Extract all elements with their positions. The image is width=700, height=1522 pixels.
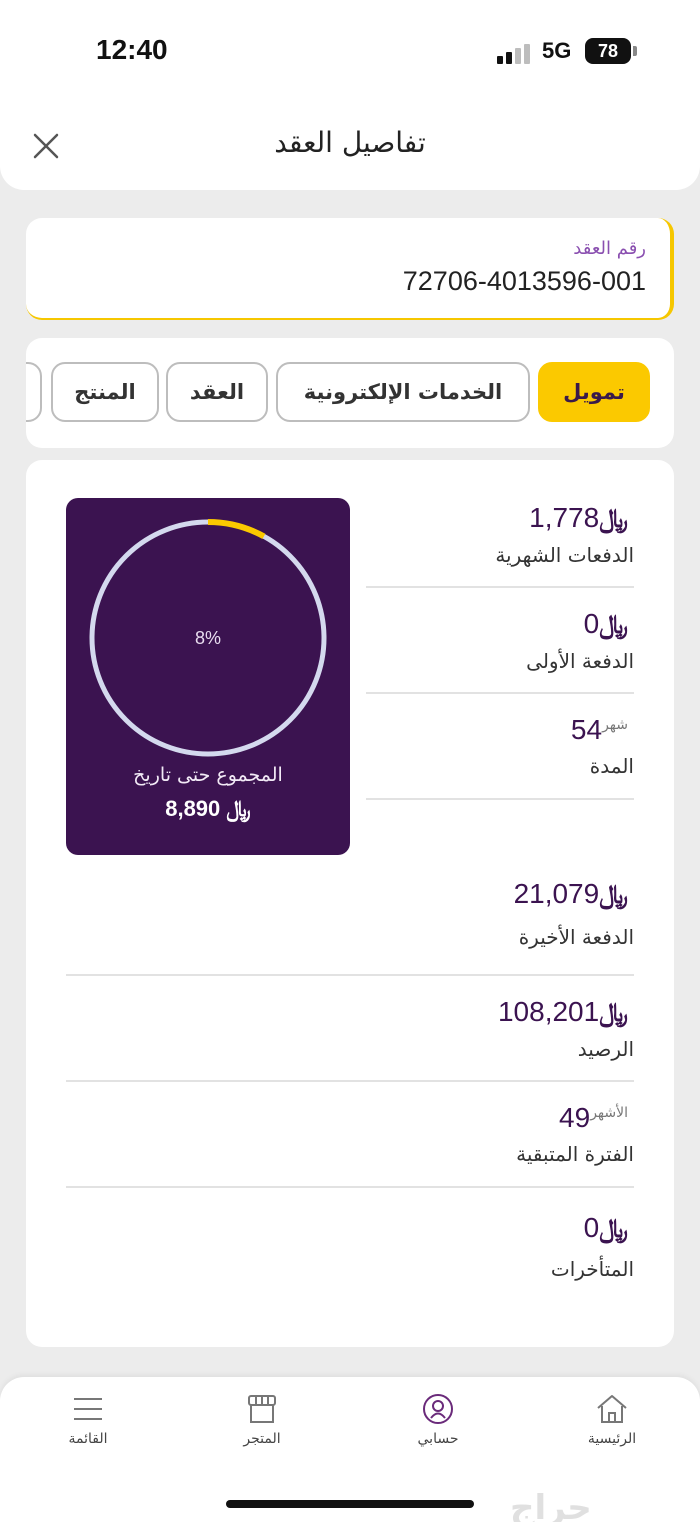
tabs-bar: تمويل الخدمات الإلكترونية العقد المنتج <box>26 338 674 448</box>
balance-row: ﷼108,201 الرصيد <box>498 996 634 1061</box>
nav-store[interactable]: المتجر <box>202 1393 322 1447</box>
balance-label: الرصيد <box>577 1037 634 1061</box>
divider <box>366 692 634 694</box>
paid-to-date-label: المجموع حتى تاريخ <box>133 764 283 786</box>
arrears-value: ﷼0 <box>583 1212 628 1243</box>
account-icon <box>423 1394 453 1424</box>
battery-tip <box>633 46 637 56</box>
divider <box>66 974 634 976</box>
contract-details-card: 8% المجموع حتى تاريخ ﷼ 8,890 ﷼1,778 الدف… <box>26 460 674 1347</box>
last-payment-value: ﷼21,079 <box>513 878 628 909</box>
paid-to-date-amount: ﷼ 8,890 <box>165 796 251 821</box>
currency-icon: ﷼ <box>599 879 628 909</box>
status-bar: 12:40 5G 78 <box>0 0 700 100</box>
divider <box>66 1080 634 1082</box>
arrears-label: المتأخرات <box>550 1257 634 1281</box>
remaining-period-value: الأشهر49 <box>559 1102 628 1133</box>
nav-account[interactable]: حسابي <box>378 1393 498 1447</box>
menu-icon <box>74 1398 102 1420</box>
duration-unit: شهر <box>602 716 628 733</box>
currency-icon: ﷼ <box>599 609 628 639</box>
paid-summary-box: 8% المجموع حتى تاريخ ﷼ 8,890 <box>66 498 350 855</box>
currency-icon: ﷼ <box>599 997 628 1027</box>
last-payment-row: ﷼21,079 الدفعة الأخيرة <box>514 878 634 949</box>
contract-number-value: 72706-4013596-001 <box>402 266 646 296</box>
currency-icon: ﷼ <box>599 1213 628 1243</box>
duration-value: شهر54 <box>570 714 628 745</box>
first-payment-value: ﷼0 <box>583 608 628 639</box>
nav-account-label: حسابي <box>417 1431 459 1447</box>
tab-financing[interactable]: تمويل <box>538 362 650 422</box>
balance-value: ﷼108,201 <box>497 996 628 1027</box>
home-icon <box>597 1395 627 1423</box>
tab-contract[interactable]: العقد <box>166 362 268 422</box>
network-label: 5G <box>542 38 572 63</box>
progress-percent: 8% <box>194 628 221 648</box>
divider <box>66 1186 634 1188</box>
battery-icon: 78 <box>585 38 631 64</box>
remaining-period-label: الفترة المتبقية <box>516 1142 634 1166</box>
monthly-payments-row: ﷼1,778 الدفعات الشهرية <box>495 502 634 567</box>
nav-menu[interactable]: القائمة <box>28 1393 148 1447</box>
nav-home-label: الرئيسية <box>587 1431 637 1447</box>
nav-store-label: المتجر <box>243 1431 281 1447</box>
tab-product[interactable]: المنتج <box>51 362 159 422</box>
signal-icon <box>497 42 533 64</box>
duration-row: شهر54 المدة <box>571 714 634 778</box>
duration-label: المدة <box>589 754 634 778</box>
currency-icon: ﷼ <box>226 796 251 821</box>
nav-menu-label: القائمة <box>68 1431 108 1447</box>
store-icon <box>248 1395 276 1423</box>
remaining-period-row: الأشهر49 الفترة المتبقية <box>516 1102 634 1166</box>
divider <box>366 798 634 800</box>
arrears-row: ﷼0 المتأخرات <box>551 1212 634 1281</box>
tab-more[interactable] <box>26 362 42 422</box>
page-title: تفاصيل العقد <box>274 126 426 159</box>
remaining-period-unit: الأشهر <box>590 1104 628 1121</box>
tab-e-services[interactable]: الخدمات الإلكترونية <box>276 362 530 422</box>
divider <box>366 586 634 588</box>
currency-icon: ﷼ <box>599 503 628 533</box>
header: تفاصيل العقد <box>0 100 700 190</box>
contract-number-card: رقم العقد 72706-4013596-001 <box>26 218 674 320</box>
last-payment-label: الدفعة الأخيرة <box>518 925 634 949</box>
monthly-payments-label: الدفعات الشهرية <box>495 543 634 567</box>
first-payment-row: ﷼0 الدفعة الأولى <box>526 608 634 673</box>
nav-home[interactable]: الرئيسية <box>552 1393 672 1447</box>
home-indicator <box>226 1500 474 1508</box>
monthly-payments-value: ﷼1,778 <box>529 502 628 533</box>
contract-number-label: رقم العقد <box>573 238 646 259</box>
first-payment-label: الدفعة الأولى <box>526 649 634 673</box>
status-time: 12:40 <box>96 34 168 65</box>
watermark-logo: حراج <box>510 1488 592 1522</box>
